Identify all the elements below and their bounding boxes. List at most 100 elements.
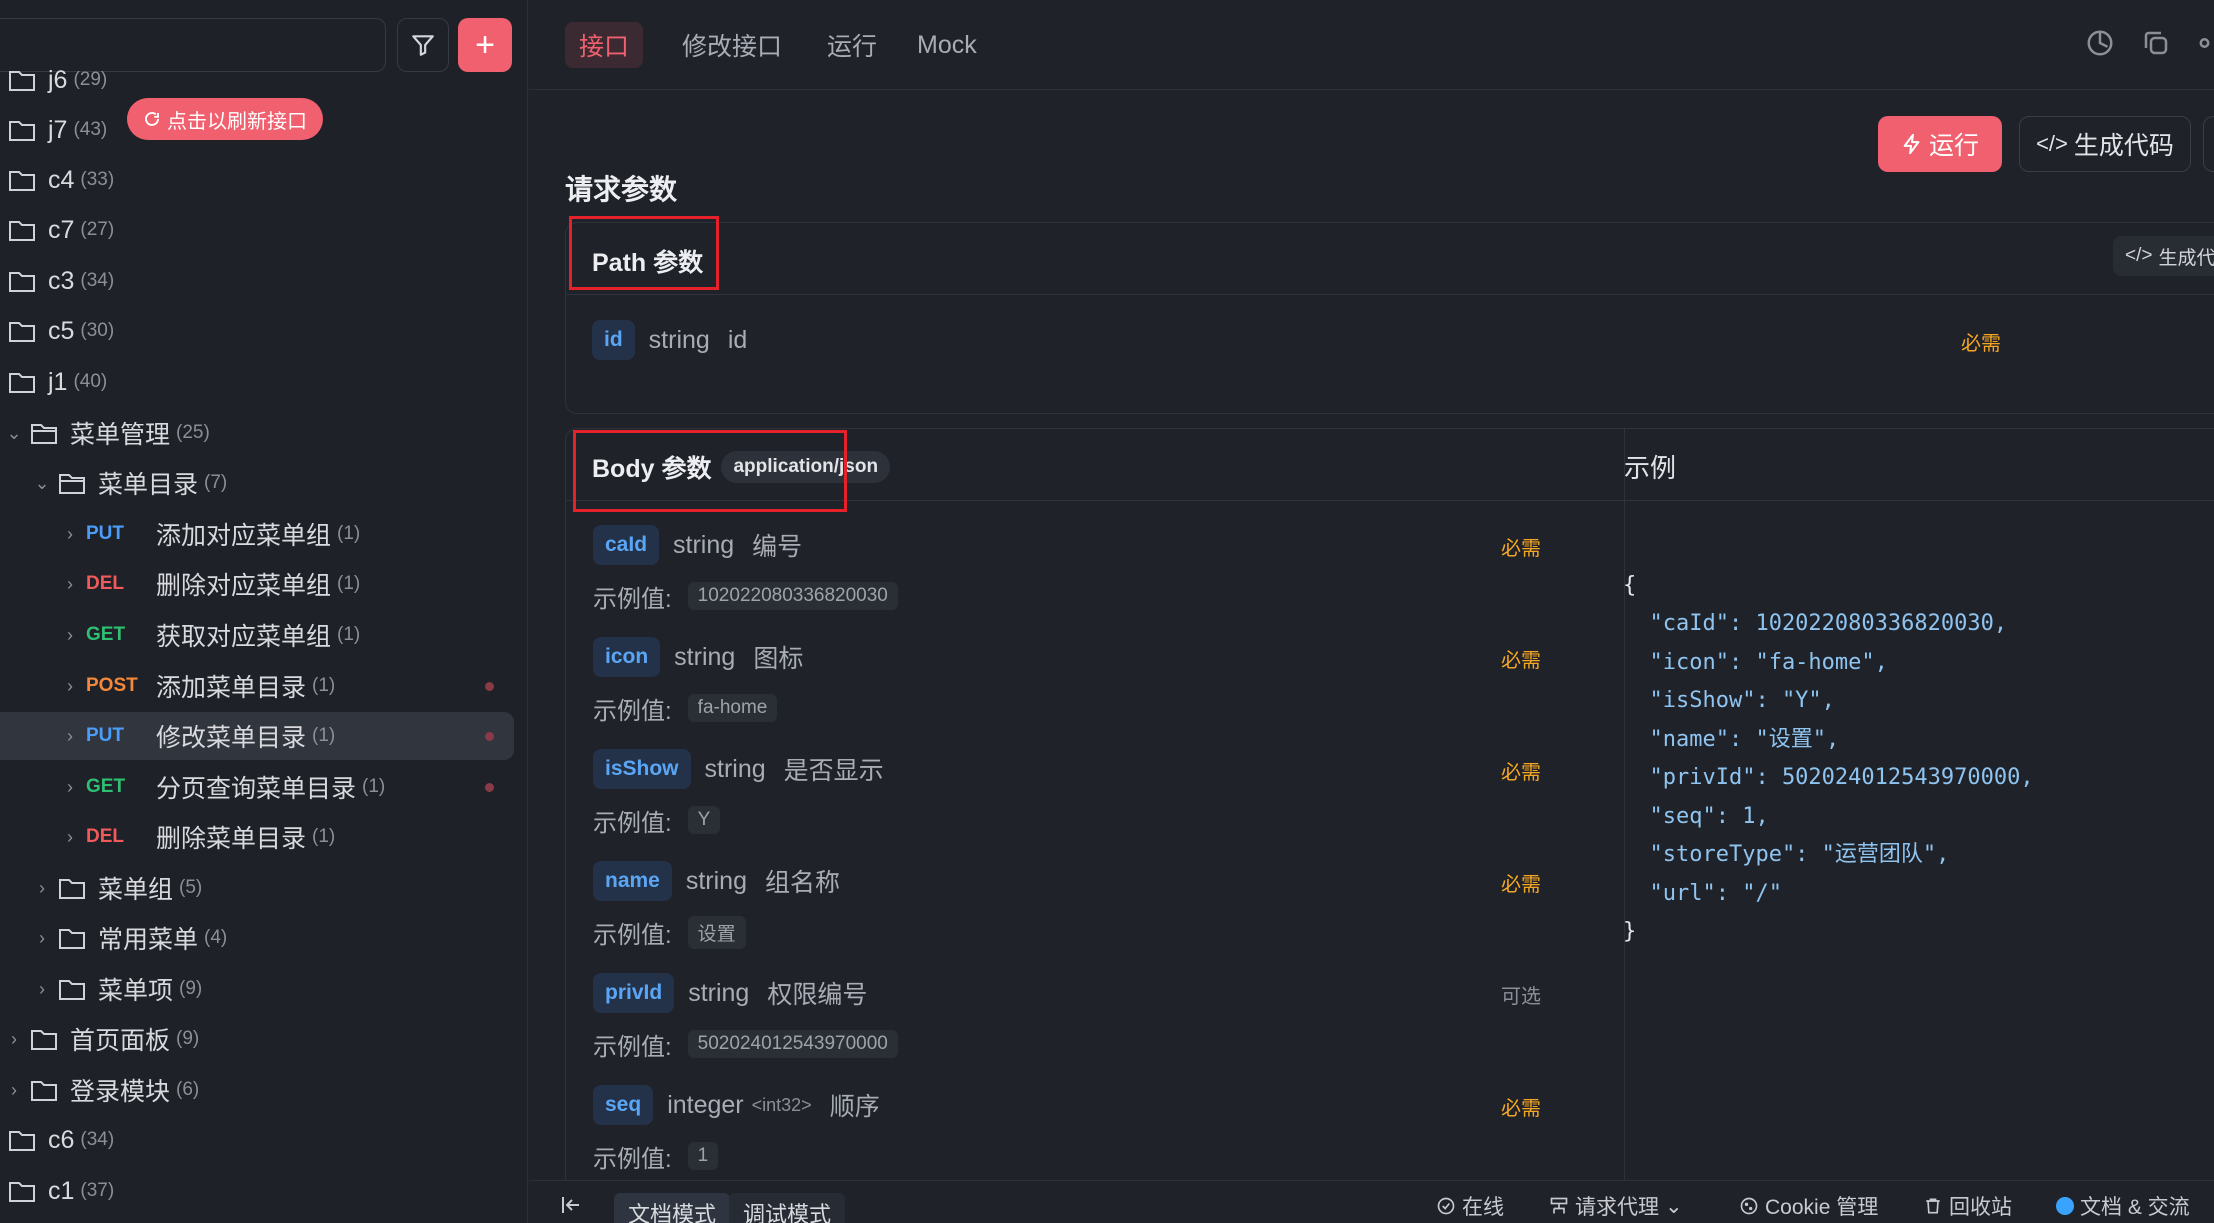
tab-mock[interactable]: Mock [903, 22, 991, 68]
folder-open-icon [58, 471, 88, 495]
tree-folder-count: (25) [176, 422, 210, 443]
lightning-icon [1903, 133, 1920, 155]
method-badge: DEL [86, 573, 124, 594]
endpoint-label: 分页查询菜单目录 [156, 775, 357, 803]
optional-label: 可选 [1501, 986, 1541, 1008]
param-line: name string 组名称 [593, 860, 840, 902]
param-line: caId string 编号 [593, 524, 802, 566]
example-value: 设置 [687, 915, 746, 949]
proxy-icon [1550, 1197, 1568, 1214]
chevron-down-icon: ⌄ [1665, 1194, 1683, 1218]
example-value: 502024012543970000 [687, 1030, 898, 1058]
tab-interface[interactable]: 接口 [565, 22, 644, 68]
tab-edit-interface[interactable]: 修改接口 [668, 22, 796, 68]
docs-community[interactable]: 文档 & 交流 [2056, 1191, 2190, 1221]
refresh-interfaces-button[interactable]: 点击以刷新接口 [127, 98, 323, 140]
tree-folder-menu-management[interactable]: ⌄ 菜单管理 (25) [0, 409, 514, 457]
folder-icon [8, 1128, 38, 1152]
tree-folder-label: c7 [48, 215, 75, 244]
history-icon[interactable] [2085, 28, 2115, 58]
example-line: 示例值: Y [593, 802, 721, 838]
code-line: "name": "设置", [1623, 726, 1840, 752]
tree-folder-count: (29) [73, 69, 108, 90]
tree-folder-c4[interactable]: c4 (33) [0, 156, 514, 204]
folder-icon [30, 1078, 60, 1102]
example-value: Y [687, 806, 721, 834]
param-format: <int32> [751, 1094, 812, 1115]
cookie-label: Cookie 管理 [1765, 1196, 1879, 1219]
share-icon[interactable] [2197, 28, 2214, 58]
param-name: isShow [593, 749, 691, 789]
tree-folder-menu-catalog[interactable]: ⌄ 菜单目录 (7) [0, 459, 514, 507]
code-icon: </> [2125, 245, 2153, 266]
code-line: "seq": 1, [1623, 803, 1769, 829]
body-param-row: seq integer <int32> 顺序 必需 示例值: 1 [593, 1084, 1613, 1194]
example-label: 示例值: [593, 1145, 672, 1173]
tree-folder-count: (34) [80, 270, 115, 291]
request-proxy-menu[interactable]: 请求代理 ⌄ [1549, 1191, 1683, 1221]
example-value: 102022080336820030 [687, 582, 898, 610]
tree-endpoint[interactable]: › DEL 删除菜单目录 (1) [0, 813, 514, 861]
annotation-box-body [573, 430, 847, 512]
collapse-sidebar-icon[interactable] [559, 1193, 583, 1217]
folder-icon [8, 68, 38, 92]
example-line: 示例值: fa-home [593, 690, 778, 726]
more-actions-button[interactable] [2203, 116, 2214, 172]
tree-folder-c7[interactable]: c7 (27) [0, 206, 514, 254]
param-name: caId [593, 525, 660, 565]
param-name: privId [593, 973, 675, 1013]
tree-endpoint[interactable]: › POST 添加菜单目录 (1) [0, 662, 514, 710]
endpoint-count: (1) [312, 725, 336, 746]
tree-folder-count: (30) [80, 320, 115, 341]
proxy-label: 请求代理 [1575, 1196, 1659, 1219]
tree-folder-c3[interactable]: c3 (34) [0, 257, 514, 305]
tab-run[interactable]: 运行 [813, 22, 891, 68]
tree-endpoint-selected[interactable]: › PUT 修改菜单目录 (1) [0, 712, 514, 760]
annotation-box-path [569, 216, 719, 290]
filter-icon [412, 35, 434, 56]
folder-icon [8, 370, 38, 394]
copy-icon[interactable] [2141, 28, 2171, 58]
doc-mode-tab[interactable]: 文档模式 [614, 1193, 731, 1223]
tree-folder-j1[interactable]: j1 (40) [0, 358, 514, 406]
param-desc: 是否显示 [783, 757, 884, 785]
run-button[interactable]: 运行 [1878, 116, 2002, 172]
chevron-right-icon: › [67, 675, 73, 696]
endpoint-count: (1) [337, 624, 361, 645]
tree-folder-menu-item[interactable]: › 菜单项 (9) [0, 965, 514, 1013]
tree-folder-label: 菜单管理 [70, 421, 171, 449]
endpoint-label: 删除对应菜单组 [156, 572, 332, 600]
tree-endpoint[interactable]: › DEL 删除对应菜单组 (1) [0, 560, 514, 608]
tree-folder-count: (9) [176, 1028, 200, 1049]
folder-open-icon [30, 421, 60, 445]
tree-folder-c6[interactable]: c6 (34) [0, 1116, 514, 1164]
recycle-bin[interactable]: 回收站 [1923, 1191, 2012, 1221]
example-line: 示例值: 102022080336820030 [593, 578, 898, 614]
tree-folder-c5[interactable]: c5 (30) [0, 307, 514, 355]
cookie-manager[interactable]: Cookie 管理 [1739, 1191, 1878, 1221]
chevron-right-icon: › [39, 927, 45, 948]
tree-folder-count: (6) [176, 1079, 200, 1100]
generate-code-button[interactable]: </> 生成代码 [2019, 116, 2191, 172]
tree-folder-menu-group[interactable]: › 菜单组 (5) [0, 864, 514, 912]
generate-code-label: 生成代码 [2073, 132, 2174, 160]
tree-folder-home-panel[interactable]: › 首页面板 (9) [0, 1015, 514, 1063]
code-line: "url": "/" [1623, 880, 1782, 906]
tree-folder-j6[interactable]: j6 (29) [0, 56, 514, 104]
tree-folder-c1[interactable]: c1 (37) [0, 1167, 514, 1215]
tree-folder-login-module[interactable]: › 登录模块 (6) [0, 1066, 514, 1114]
tree-endpoint[interactable]: › PUT 添加对应菜单组 (1) [0, 510, 514, 558]
tree-endpoint[interactable]: › GET 分页查询菜单目录 (1) [0, 763, 514, 811]
tree-endpoint[interactable]: › GET 获取对应菜单组 (1) [0, 611, 514, 659]
tree-folder-common-menu[interactable]: › 常用菜单 (4) [0, 914, 514, 962]
endpoint-label: 添加菜单目录 [156, 674, 307, 702]
folder-icon [8, 319, 38, 343]
debug-mode-tab[interactable]: 调试模式 [729, 1193, 846, 1223]
online-status[interactable]: 在线 [1436, 1191, 1504, 1221]
param-line: privId string 权限编号 [593, 972, 867, 1014]
param-type: string [688, 978, 750, 1007]
required-label: 必需 [1961, 333, 2001, 355]
chevron-right-icon: › [67, 826, 73, 847]
generate-code-small-button[interactable]: </> 生成代 [2113, 236, 2214, 276]
code-line: { [1623, 572, 1637, 598]
